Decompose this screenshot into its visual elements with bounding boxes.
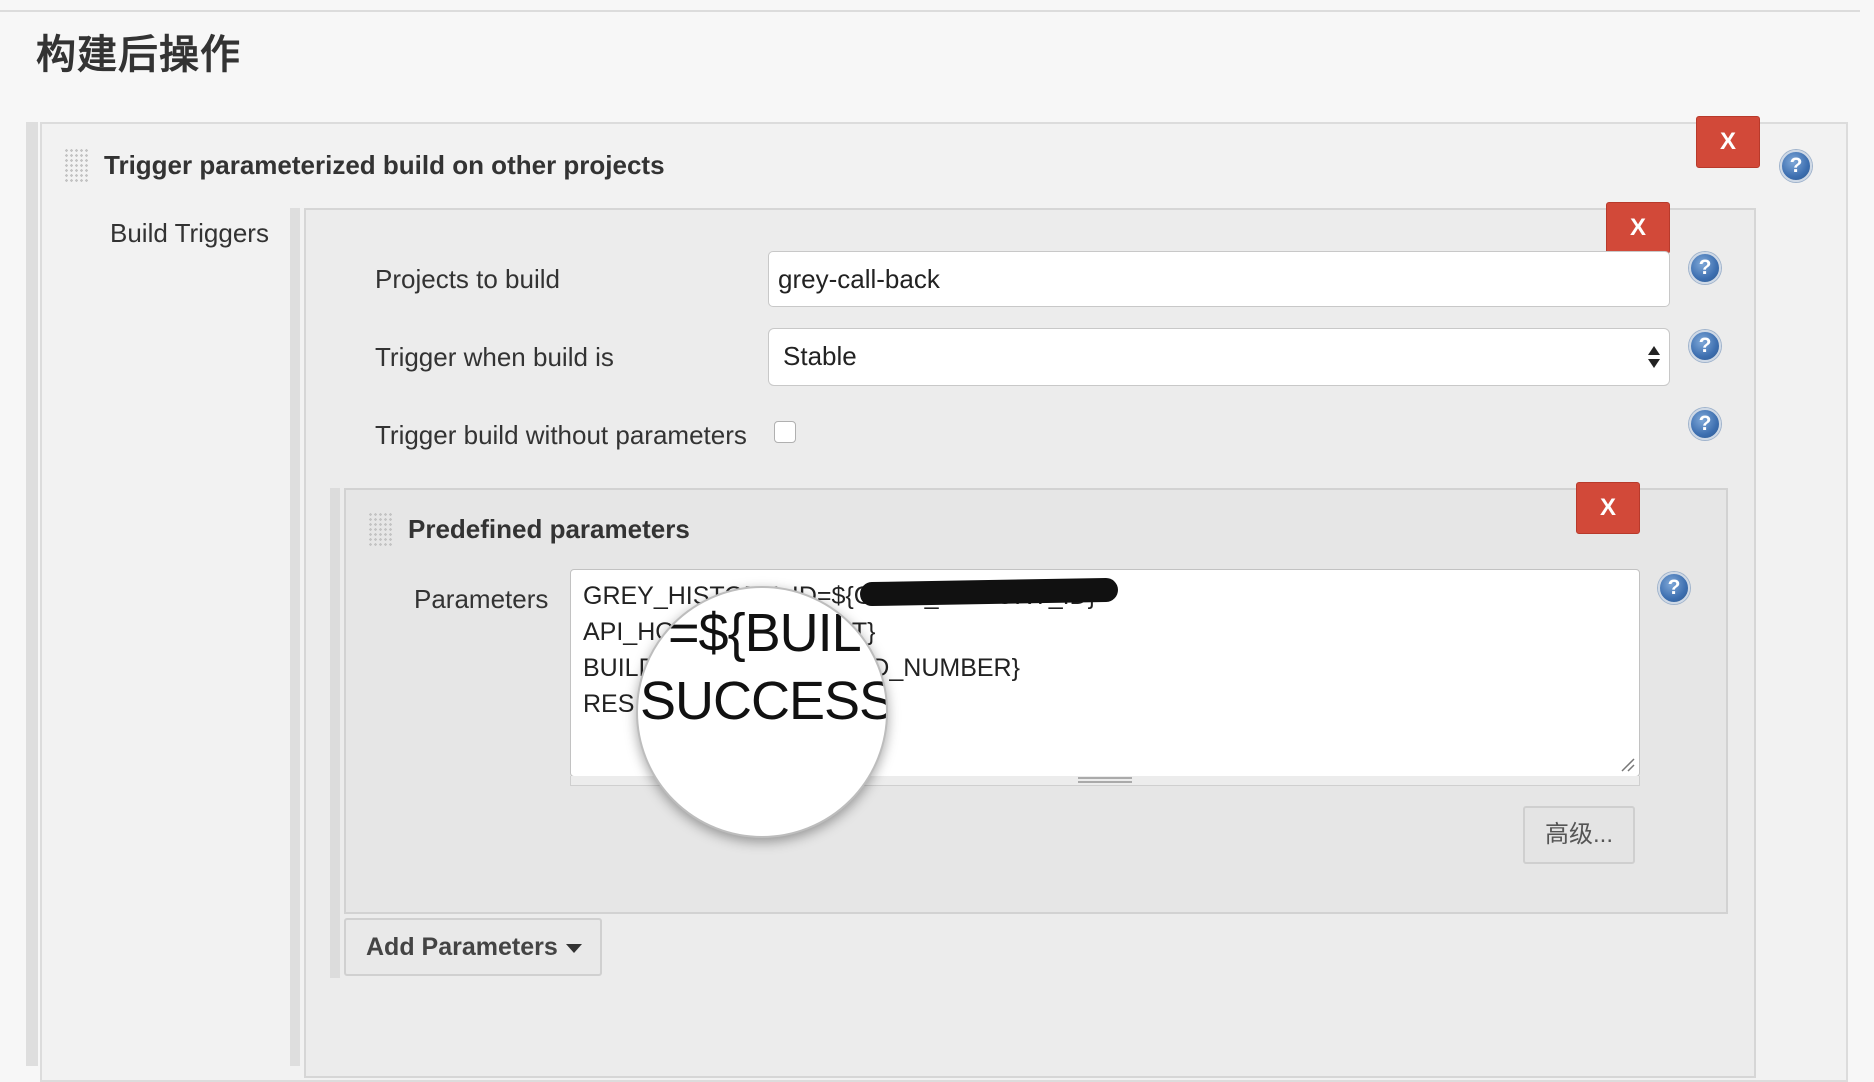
top-divider — [0, 10, 1860, 12]
without-params-label: Trigger build without parameters — [375, 420, 747, 450]
trigger-left-bar — [290, 208, 300, 1066]
help-icon[interactable]: ? — [1689, 408, 1721, 440]
parameters-label: Parameters — [414, 584, 549, 614]
advanced-button[interactable]: 高级... — [1523, 806, 1635, 864]
drag-handle-icon[interactable] — [64, 148, 88, 184]
dropdown-caret-icon — [566, 944, 582, 953]
resize-handle-icon[interactable] — [1078, 777, 1132, 783]
without-params-checkbox[interactable] — [774, 421, 796, 443]
add-parameters-label: Add Parameters — [366, 933, 558, 961]
trigger-when-label: Trigger when build is — [375, 342, 614, 372]
trigger-when-select[interactable]: Stable — [768, 328, 1670, 386]
magnified-text-1: =${BUIL — [668, 603, 862, 663]
redaction-mark — [859, 577, 1119, 607]
add-parameters-button[interactable]: Add Parameters — [344, 918, 602, 976]
help-icon[interactable]: ? — [1658, 572, 1690, 604]
magnifier-lens: =${BUIL SUCCESS — [636, 586, 888, 838]
help-icon[interactable]: ? — [1689, 330, 1721, 362]
remove-predefined-button[interactable]: X — [1576, 482, 1640, 534]
publisher-left-bar — [26, 122, 38, 1066]
resize-grip-icon[interactable] — [1620, 757, 1636, 773]
select-arrows-icon — [1648, 346, 1660, 368]
remove-publisher-button[interactable]: X — [1696, 116, 1760, 168]
magnified-text-2: SUCCESS — [640, 671, 888, 731]
trigger-when-selected: Stable — [783, 341, 857, 371]
drag-handle-icon[interactable] — [368, 512, 392, 548]
help-icon[interactable]: ? — [1780, 150, 1812, 182]
predefined-left-bar — [330, 488, 340, 978]
predefined-title: Predefined parameters — [408, 514, 690, 544]
help-icon[interactable]: ? — [1689, 252, 1721, 284]
remove-trigger-button[interactable]: X — [1606, 202, 1670, 254]
section-title: 构建后操作 — [36, 33, 241, 77]
build-triggers-label: Build Triggers — [110, 218, 269, 248]
projects-to-build-label: Projects to build — [375, 264, 560, 294]
projects-to-build-input[interactable]: grey-call-back — [768, 251, 1670, 307]
publisher-title: Trigger parameterized build on other pro… — [104, 150, 665, 180]
